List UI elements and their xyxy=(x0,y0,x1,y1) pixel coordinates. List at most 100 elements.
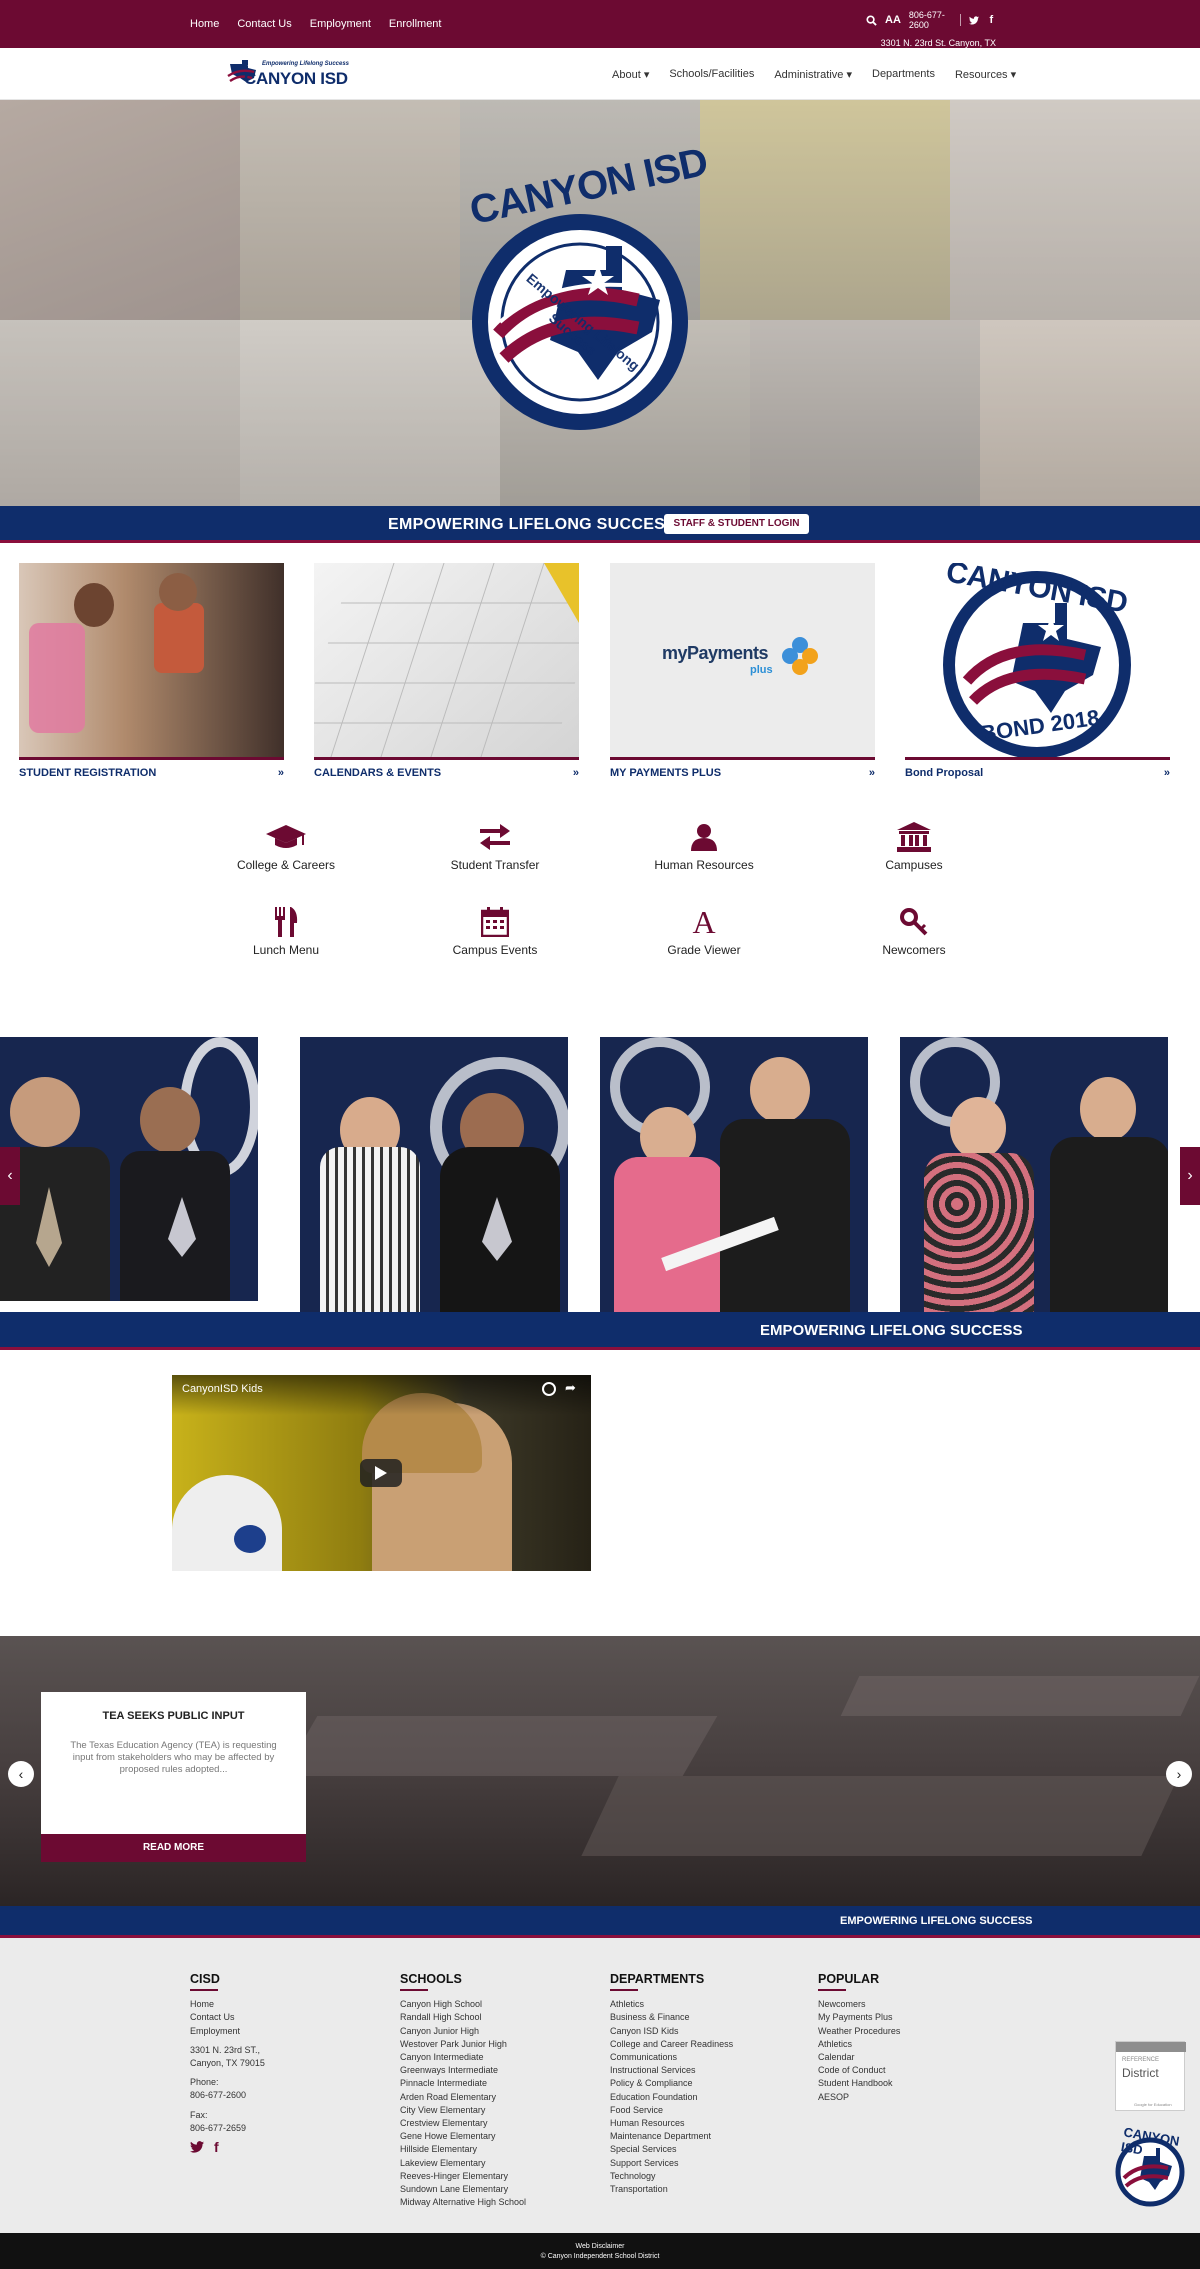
quicklink-label: Student Transfer xyxy=(450,858,540,872)
top-nav-enrollment[interactable]: Enrollment xyxy=(389,18,442,30)
footer-link[interactable]: My Payments Plus xyxy=(818,2011,900,2024)
nav-about[interactable]: About ▾ xyxy=(612,68,649,81)
quicklink-campuses[interactable]: Campuses xyxy=(834,822,994,872)
footer-link[interactable]: Communications xyxy=(610,2051,733,2064)
twitter-icon[interactable] xyxy=(190,2141,204,2155)
slide-photo[interactable] xyxy=(600,1037,868,1312)
slider-next-button[interactable]: › xyxy=(1180,1147,1200,1205)
footer-link[interactable]: Code of Conduct xyxy=(818,2064,900,2077)
top-bar: Home Contact Us Employment Enrollment AA… xyxy=(0,0,1200,58)
card-label[interactable]: STUDENT REGISTRATION xyxy=(19,767,156,779)
reference-district-badge[interactable]: REFERENCE District Google for Education xyxy=(1115,2041,1186,2111)
footer-link[interactable]: Sundown Lane Elementary xyxy=(400,2183,526,2196)
footer-link[interactable]: Human Resources xyxy=(610,2117,733,2130)
footer-link[interactable]: Gene Howe Elementary xyxy=(400,2130,526,2143)
top-nav-home[interactable]: Home xyxy=(190,18,219,30)
footer-link[interactable]: Support Services xyxy=(610,2157,733,2170)
badge-top-text: REFERENCE xyxy=(1122,2057,1160,2063)
footer-link[interactable]: Canyon Intermediate xyxy=(400,2051,526,2064)
footer-link[interactable]: Canyon High School xyxy=(400,1998,526,2011)
footer-link[interactable]: Employment xyxy=(190,2025,265,2038)
caret-down-icon: ▾ xyxy=(643,69,650,81)
facebook-icon[interactable]: f xyxy=(987,14,996,26)
footer-link[interactable]: Reeves-Hinger Elementary xyxy=(400,2170,526,2183)
footer-link[interactable]: Calendar xyxy=(818,2051,900,2064)
quicklink-college-careers[interactable]: College & Careers xyxy=(206,822,366,872)
card-bond-proposal[interactable]: CANYON ISD BOND 2018 Bond Proposal » xyxy=(905,563,1170,779)
quicklink-label: Human Resources xyxy=(654,858,754,872)
footer-link[interactable]: College and Career Readiness xyxy=(610,2038,733,2051)
read-more-button[interactable]: READ MORE xyxy=(41,1834,306,1862)
video-title[interactable]: CanyonISD Kids xyxy=(182,1383,263,1395)
card-student-registration[interactable]: STUDENT REGISTRATION » xyxy=(19,563,284,779)
share-icon[interactable]: ➦ xyxy=(565,1380,576,1396)
footer-link[interactable]: Contact Us xyxy=(190,2011,265,2024)
footer-link[interactable]: Arden Road Elementary xyxy=(400,2091,526,2104)
footer-link[interactable]: Special Services xyxy=(610,2143,733,2156)
quicklink-student-transfer[interactable]: Student Transfer xyxy=(415,822,575,872)
video-embed[interactable]: CanyonISD Kids ➦ xyxy=(172,1375,591,1571)
staff-student-login-button[interactable]: STAFF & STUDENT LOGIN xyxy=(664,514,809,534)
footer-link[interactable]: Westover Park Junior High xyxy=(400,2038,526,2051)
news-next-button[interactable]: › xyxy=(1166,1761,1192,1787)
footer-link[interactable]: Greenways Intermediate xyxy=(400,2064,526,2077)
footer-link[interactable]: Food Service xyxy=(610,2104,733,2117)
facebook-icon[interactable]: f xyxy=(214,2140,219,2155)
card-my-payments-plus[interactable]: myPayments plus MY PAYMENTS PLUS » xyxy=(610,563,875,779)
footer-link[interactable]: Education Foundation xyxy=(610,2091,733,2104)
footer-link[interactable]: Athletics xyxy=(818,2038,900,2051)
card-calendars-events[interactable]: CALENDARS & EVENTS » xyxy=(314,563,579,779)
top-nav-employment[interactable]: Employment xyxy=(310,18,371,30)
footer-fax-label: Fax: xyxy=(190,2109,208,2120)
twitter-icon[interactable] xyxy=(968,14,979,26)
clock-icon[interactable] xyxy=(542,1382,556,1396)
nav-resources[interactable]: Resources ▾ xyxy=(955,68,1016,81)
chevron-right-icon: › xyxy=(1176,1766,1182,1782)
footer-link[interactable]: Hillside Elementary xyxy=(400,2143,526,2156)
nav-schools[interactable]: Schools/Facilities xyxy=(669,68,754,81)
footer-link[interactable]: Policy & Compliance xyxy=(610,2077,733,2090)
quicklink-human-resources[interactable]: Human Resources xyxy=(624,822,784,872)
nav-administrative[interactable]: Administrative ▾ xyxy=(774,68,852,81)
footer-link[interactable]: Newcomers xyxy=(818,1998,900,2011)
card-label[interactable]: Bond Proposal xyxy=(905,767,983,779)
footer-link[interactable]: City View Elementary xyxy=(400,2104,526,2117)
web-disclaimer-link[interactable]: Web Disclaimer xyxy=(0,2242,1200,2252)
quicklink-lunch-menu[interactable]: Lunch Menu xyxy=(206,907,366,957)
slider-prev-button[interactable]: ‹ xyxy=(0,1147,20,1205)
footer-link[interactable]: Business & Finance xyxy=(610,2011,733,2024)
slide-photo[interactable] xyxy=(900,1037,1168,1312)
footer-link[interactable]: Midway Alternative High School xyxy=(400,2196,526,2209)
card-label[interactable]: MY PAYMENTS PLUS xyxy=(610,767,721,779)
footer-link[interactable]: Transportation xyxy=(610,2183,733,2196)
quicklink-newcomers[interactable]: Newcomers xyxy=(834,907,994,957)
footer-link[interactable]: Instructional Services xyxy=(610,2064,733,2077)
play-button[interactable] xyxy=(360,1459,402,1487)
site-logo[interactable]: ★ Empowering Lifelong Success CANYON ISD xyxy=(226,56,350,94)
footer-link[interactable]: Maintenance Department xyxy=(610,2130,733,2143)
footer-link[interactable]: AESOP xyxy=(818,2091,900,2104)
top-nav-contact[interactable]: Contact Us xyxy=(237,18,291,30)
news-title[interactable]: TEA SEEKS PUBLIC INPUT xyxy=(41,1710,306,1722)
font-size-toggle[interactable]: AA xyxy=(885,14,901,26)
slide-photo[interactable] xyxy=(300,1037,568,1312)
footer-link[interactable]: Technology xyxy=(610,2170,733,2183)
quicklink-grade-viewer[interactable]: A Grade Viewer xyxy=(624,906,784,957)
search-icon[interactable] xyxy=(866,14,877,26)
footer-link[interactable]: Crestview Elementary xyxy=(400,2117,526,2130)
footer-link[interactable]: Athletics xyxy=(610,1998,733,2011)
footer-link[interactable]: Pinnacle Intermediate xyxy=(400,2077,526,2090)
footer-link[interactable]: Home xyxy=(190,1998,265,2011)
footer-link[interactable]: Weather Procedures xyxy=(818,2025,900,2038)
footer-link[interactable]: Randall High School xyxy=(400,2011,526,2024)
quicklink-campus-events[interactable]: Campus Events xyxy=(415,907,575,957)
card-label[interactable]: CALENDARS & EVENTS xyxy=(314,767,441,779)
footer-link[interactable]: Lakeview Elementary xyxy=(400,2157,526,2170)
footer-link[interactable]: Canyon ISD Kids xyxy=(610,2025,733,2038)
badge-small-text: Google for Education xyxy=(1134,2102,1172,2107)
news-prev-button[interactable]: ‹ xyxy=(8,1761,34,1787)
footer-link[interactable]: Student Handbook xyxy=(818,2077,900,2090)
slide-photo[interactable] xyxy=(0,1037,258,1301)
nav-departments[interactable]: Departments xyxy=(872,68,935,81)
footer-link[interactable]: Canyon Junior High xyxy=(400,2025,526,2038)
